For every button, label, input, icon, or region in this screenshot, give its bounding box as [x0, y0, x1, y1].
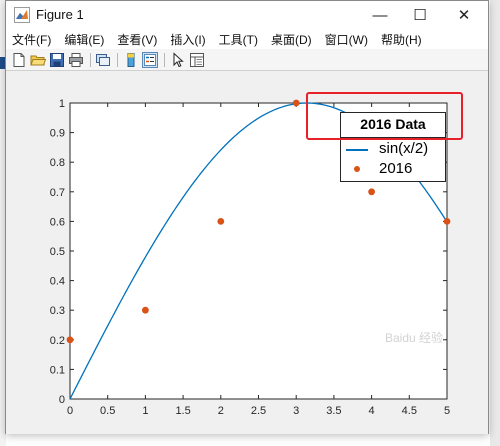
x-tick-label: 4	[369, 405, 375, 417]
y-tick-label: 0.6	[50, 216, 65, 228]
legend-divider	[341, 137, 445, 138]
link-plot-icon[interactable]	[95, 52, 111, 68]
menu-help[interactable]: 帮助(H)	[381, 31, 422, 48]
legend-icon[interactable]	[142, 52, 158, 68]
pointer-icon[interactable]	[170, 52, 186, 68]
y-tick-label: 0.5	[50, 246, 65, 258]
data-point-2016	[443, 218, 451, 225]
legend[interactable]: 2016 Data sin(x/2) 2016	[340, 112, 446, 182]
watermark: Baidu 经验	[385, 331, 444, 345]
data-point-2016	[292, 99, 300, 107]
menu-file[interactable]: 文件(F)	[12, 31, 51, 48]
menu-view[interactable]: 查看(V)	[117, 31, 157, 48]
x-tick-label: 0	[67, 405, 73, 417]
menu-tools[interactable]: 工具(T)	[219, 31, 258, 48]
legend-entry-markers: 2016	[341, 159, 445, 179]
matlab-icon	[14, 7, 30, 23]
x-tick-label: 3	[293, 405, 299, 417]
toolbar-separator	[117, 53, 118, 67]
legend-marker-swatch	[354, 166, 360, 172]
background-window-right	[490, 0, 500, 446]
x-tick-label: 1.5	[175, 405, 190, 417]
new-figure-icon[interactable]	[11, 52, 27, 68]
colorbar-icon[interactable]	[123, 52, 139, 68]
legend-label-markers: 2016	[379, 160, 413, 177]
y-tick-label: 0.2	[50, 335, 65, 347]
y-tick-label: 0.7	[50, 187, 65, 199]
y-tick-label: 0.4	[50, 276, 65, 288]
y-tick-label: 0.3	[50, 305, 65, 317]
x-tick-label: 2	[218, 405, 224, 417]
maximize-button[interactable]: ☐	[402, 1, 438, 29]
y-tick-label: 1	[59, 98, 65, 110]
figure-canvas[interactable]: 0 0.5 1 1.5 2 2.5 3 3.5 4 4.5 5 0 0.1 0.2 0.3 0.4 0.5 0.6…	[6, 72, 488, 434]
x-tick-label: 5	[444, 405, 450, 417]
y-tick-label: 0.1	[50, 364, 65, 376]
window-title: Figure 1	[36, 7, 84, 22]
data-point-2016	[66, 336, 74, 344]
x-tick-label: 4.5	[402, 405, 417, 417]
menu-bar: 文件(F) 编辑(E) 查看(V) 插入(I) 工具(T) 桌面(D) 窗口(W…	[6, 29, 488, 49]
data-point-2016	[217, 218, 225, 225]
title-bar[interactable]: Figure 1 — ☐ ✕	[6, 1, 488, 29]
property-inspector-icon[interactable]	[189, 52, 205, 68]
print-icon[interactable]	[68, 52, 84, 68]
data-point-2016	[368, 188, 375, 196]
save-icon[interactable]	[49, 52, 65, 68]
toolbar	[6, 49, 488, 71]
x-tick-label: 2.5	[251, 405, 266, 417]
legend-line-swatch	[346, 149, 368, 151]
y-tick-label: 0.8	[50, 157, 65, 169]
open-file-icon[interactable]	[30, 52, 46, 68]
data-point-2016	[142, 306, 149, 314]
legend-entry-line: sin(x/2)	[341, 139, 445, 159]
toolbar-separator	[90, 53, 91, 67]
menu-edit[interactable]: 编辑(E)	[64, 31, 104, 48]
menu-desktop[interactable]: 桌面(D)	[271, 31, 312, 48]
menu-insert[interactable]: 插入(I)	[170, 31, 205, 48]
x-tick-label: 1	[142, 405, 148, 417]
x-tick-label: 3.5	[326, 405, 341, 417]
legend-label-line: sin(x/2)	[379, 140, 429, 157]
toolbar-separator	[164, 53, 165, 67]
minimize-button[interactable]: —	[362, 1, 398, 29]
x-tick-label: 0.5	[100, 405, 115, 417]
figure-window: Figure 1 — ☐ ✕ 文件(F) 编辑(E) 查看(V) 插入(I) 工…	[5, 0, 489, 434]
y-tick-label: 0.9	[50, 128, 65, 140]
legend-title[interactable]: 2016 Data	[341, 116, 445, 132]
menu-window[interactable]: 窗口(W)	[325, 31, 368, 48]
close-button[interactable]: ✕	[446, 1, 482, 29]
y-tick-label: 0	[59, 394, 65, 406]
